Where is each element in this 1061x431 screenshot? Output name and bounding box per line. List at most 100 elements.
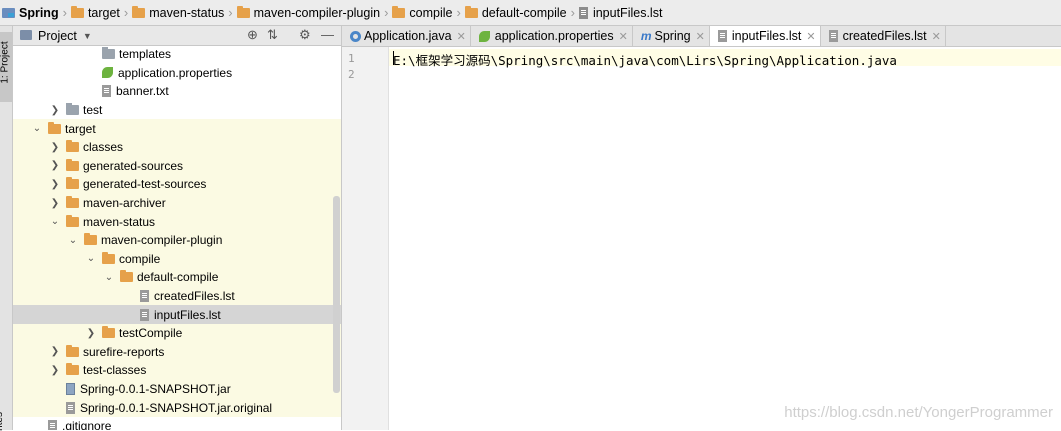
breadcrumb-spring[interactable]: Spring › <box>2 0 71 26</box>
tree-item-label: templates <box>119 47 172 62</box>
tree-item-generated-sources[interactable]: ❯ generated-sources <box>13 156 341 176</box>
spring-leaf-icon <box>478 30 490 42</box>
tree-item-banner-txt[interactable]: banner.txt <box>13 82 341 101</box>
chevron-right-icon[interactable]: ❯ <box>50 365 60 376</box>
tree-item-templates[interactable]: templates <box>13 45 341 64</box>
breadcrumb-target[interactable]: target › <box>70 0 132 26</box>
tree-item-snapshot-jar[interactable]: Spring-0.0.1-SNAPSHOT.jar <box>13 379 341 399</box>
chevron-right-icon[interactable]: ❯ <box>50 179 60 190</box>
gear-icon[interactable]: ⚙ <box>299 27 311 43</box>
tree-item-compile[interactable]: ⌄ compile <box>13 249 341 269</box>
collapse-all-icon[interactable]: ⇅ <box>267 27 278 43</box>
close-icon[interactable]: ✕ <box>619 30 628 43</box>
breadcrumb-maven-status[interactable]: maven-status › <box>132 0 236 26</box>
tree-item-test-classes[interactable]: ❯ test-classes <box>13 361 341 380</box>
folder-icon <box>120 270 133 283</box>
project-tree: templates application.properties banner.… <box>13 45 341 430</box>
tree-item-generated-test-sources[interactable]: ❯ generated-test-sources <box>13 175 341 194</box>
tab-createdfiles-lst[interactable]: createdFiles.lst ✕ <box>821 26 946 46</box>
hide-panel-icon[interactable]: — <box>321 27 334 42</box>
chevron-right-icon[interactable]: ❯ <box>86 328 96 339</box>
close-icon[interactable]: ✕ <box>806 30 815 43</box>
tree-item-default-compile[interactable]: ⌄ default-compile <box>13 268 341 287</box>
text-file-icon <box>102 85 111 98</box>
text-file-icon <box>717 30 727 42</box>
breadcrumb-label: maven-status <box>149 5 225 20</box>
tree-item-label: test-classes <box>83 363 147 378</box>
jar-file-icon <box>66 382 75 395</box>
project-tool-button[interactable]: 1: Project <box>0 32 12 102</box>
tree-scrollbar[interactable] <box>333 196 340 393</box>
chevron-right-icon: › <box>570 5 575 20</box>
chevron-right-icon: › <box>228 5 233 20</box>
breadcrumb-compile[interactable]: compile › <box>392 0 464 26</box>
file-icon <box>578 6 588 19</box>
breadcrumb-default-compile[interactable]: default-compile › <box>464 0 579 26</box>
chevron-right-icon[interactable]: ❯ <box>50 142 60 153</box>
tree-item-classes[interactable]: ❯ classes <box>13 137 341 157</box>
text-caret <box>393 51 394 65</box>
chevron-right-icon[interactable]: ❯ <box>50 346 60 357</box>
folder-icon <box>66 103 79 116</box>
chevron-down-icon[interactable]: ⌄ <box>104 272 114 283</box>
breadcrumb-maven-compiler-plugin[interactable]: maven-compiler-plugin › <box>236 0 393 26</box>
spring-leaf-icon <box>102 67 113 79</box>
chevron-right-icon: › <box>384 5 389 20</box>
tree-item-maven-status[interactable]: ⌄ maven-status <box>13 212 341 231</box>
tab-application-properties[interactable]: application.properties ✕ <box>471 26 633 46</box>
chevron-down-icon[interactable]: ⌄ <box>50 216 60 227</box>
tree-item-snapshot-jar-original[interactable]: Spring-0.0.1-SNAPSHOT.jar.original <box>13 398 341 417</box>
tree-item-maven-compiler-plugin[interactable]: ⌄ maven-compiler-plugin <box>13 230 341 250</box>
breadcrumb-label: compile <box>409 5 453 20</box>
tab-label: createdFiles.lst <box>842 29 927 43</box>
breadcrumb-inputfiles[interactable]: inputFiles.lst <box>578 0 662 26</box>
tree-item-label: test <box>83 103 103 118</box>
tree-item-inputfiles-lst[interactable]: inputFiles.lst <box>13 305 341 324</box>
folder-icon <box>102 251 115 264</box>
watermark: https://blog.csdn.net/YongerProgrammer <box>784 404 1053 421</box>
chevron-right-icon[interactable]: ❯ <box>50 160 60 171</box>
dropdown-arrow-icon[interactable]: ▼ <box>83 31 92 41</box>
java-class-icon <box>350 30 361 42</box>
folder-icon <box>70 5 84 18</box>
close-icon[interactable]: ✕ <box>457 30 466 43</box>
chevron-right-icon[interactable]: ❯ <box>50 198 60 209</box>
close-icon[interactable]: ✕ <box>696 30 705 43</box>
folder-icon <box>66 140 79 153</box>
chevron-down-icon[interactable]: ⌄ <box>32 123 42 134</box>
folder-icon <box>132 5 146 18</box>
tree-item-label: testCompile <box>119 326 183 341</box>
folder-icon <box>464 5 478 18</box>
project-view-selector[interactable]: Project <box>38 29 77 43</box>
tab-application-java[interactable]: Application.java ✕ <box>342 26 471 46</box>
code-line: E:\框架学习源码\Spring\src\main\java\com\Lirs\… <box>393 53 897 68</box>
tree-item-application-properties[interactable]: application.properties <box>13 64 341 83</box>
tree-item-label: classes <box>83 140 124 155</box>
favorites-tool-button[interactable]: ntes <box>0 412 5 431</box>
chevron-right-icon[interactable]: ❯ <box>50 105 60 116</box>
tree-item-testcompile[interactable]: ❯ testCompile <box>13 323 341 343</box>
text-file-icon <box>66 401 75 414</box>
tree-item-label: Spring-0.0.1-SNAPSHOT.jar <box>80 381 231 396</box>
tab-inputfiles-lst[interactable]: inputFiles.lst ✕ <box>709 26 821 46</box>
tree-item-surefire-reports[interactable]: ❯ surefire-reports <box>13 342 341 362</box>
editor-text-area[interactable]: E:\框架学习源码\Spring\src\main\java\com\Lirs\… <box>389 47 1061 430</box>
text-file-icon <box>48 420 57 430</box>
tree-item-label: maven-status <box>83 214 156 229</box>
breadcrumb-label: maven-compiler-plugin <box>253 5 381 20</box>
locate-icon[interactable]: ⊕ <box>247 27 258 43</box>
tree-item-target[interactable]: ⌄ target <box>13 119 341 138</box>
project-view-icon <box>20 30 32 40</box>
tree-item-test[interactable]: ❯ test <box>13 101 341 120</box>
chevron-down-icon[interactable]: ⌄ <box>68 235 78 246</box>
tree-item-label: createdFiles.lst <box>154 289 235 304</box>
tree-item-createdfiles-lst[interactable]: createdFiles.lst <box>13 286 341 306</box>
tree-item-label: Spring-0.0.1-SNAPSHOT.jar.original <box>80 400 273 415</box>
tree-item-gitignore[interactable]: .gitignore <box>13 417 341 430</box>
chevron-down-icon[interactable]: ⌄ <box>86 253 96 264</box>
tab-spring-pom[interactable]: m Spring ✕ <box>633 26 710 46</box>
tree-item-maven-archiver[interactable]: ❯ maven-archiver <box>13 193 341 213</box>
folder-icon <box>66 196 79 209</box>
line-number: 1 <box>348 52 355 65</box>
close-icon[interactable]: ✕ <box>932 30 941 43</box>
